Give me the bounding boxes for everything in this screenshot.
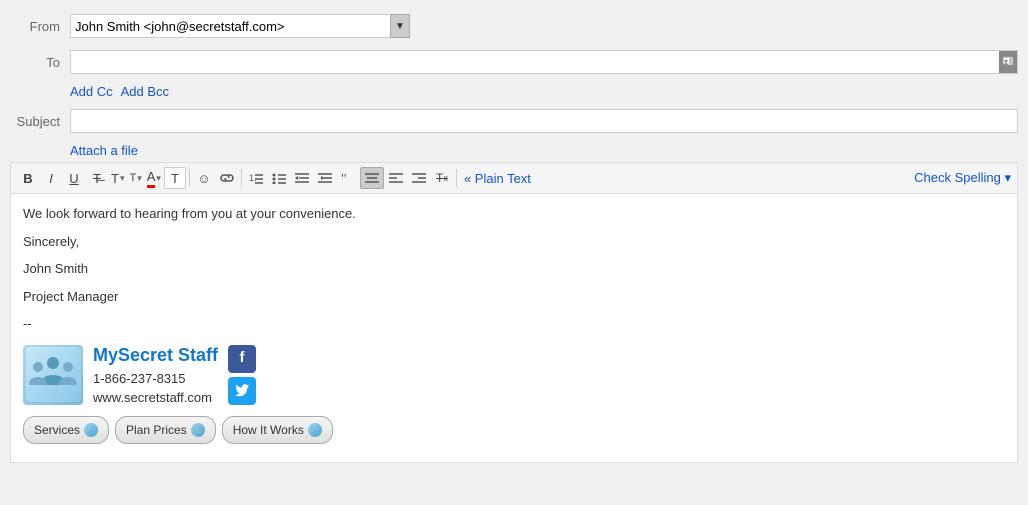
- toolbar-sep-3: [456, 169, 457, 187]
- underline-button[interactable]: U: [63, 167, 85, 189]
- from-select[interactable]: John Smith <john@secretstaff.com>: [70, 14, 410, 38]
- toolbar-sep-2: [241, 169, 242, 187]
- emoji-button[interactable]: ☺: [193, 167, 215, 189]
- sig-buttons: Services Plan Prices How It Works: [23, 416, 1005, 444]
- from-label: From: [10, 19, 70, 34]
- indent-button[interactable]: [314, 167, 336, 189]
- twitter-icon: [228, 377, 256, 405]
- toolbar-sep-1: [189, 169, 190, 187]
- facebook-icon: f: [228, 345, 256, 373]
- to-contacts-icon[interactable]: [999, 51, 1017, 73]
- subject-input[interactable]: [70, 109, 1018, 133]
- sig-logo-row: MySecret Staff 1-866-237-8315 www.secret…: [23, 342, 1005, 408]
- sincerely-text: Sincerely,: [23, 232, 1005, 252]
- font-size-button[interactable]: T ▾: [127, 167, 143, 189]
- sender-title: Project Manager: [23, 287, 1005, 307]
- services-button[interactable]: Services: [23, 416, 109, 444]
- text-bg-button[interactable]: T: [164, 167, 186, 189]
- align-center-button[interactable]: [360, 167, 384, 189]
- signature-block: MySecret Staff 1-866-237-8315 www.secret…: [23, 342, 1005, 444]
- plain-text-link[interactable]: « Plain Text: [464, 171, 531, 186]
- how-it-works-icon: [308, 423, 322, 437]
- to-row: To: [10, 46, 1018, 78]
- unordered-list-button[interactable]: [268, 167, 290, 189]
- ordered-list-button[interactable]: 1.: [245, 167, 267, 189]
- bold-button[interactable]: B: [17, 167, 39, 189]
- compose-window: From John Smith <john@secretstaff.com> ▼…: [0, 0, 1028, 505]
- outdent-button[interactable]: [291, 167, 313, 189]
- subject-label: Subject: [10, 114, 70, 129]
- font-family-button[interactable]: T ▾: [109, 167, 126, 189]
- sig-phone: 1-866-237-8315: [93, 369, 218, 389]
- from-dropdown-arrow[interactable]: ▼: [390, 14, 410, 38]
- align-right-button[interactable]: [408, 167, 430, 189]
- sig-website: www.secretstaff.com: [93, 388, 218, 408]
- plan-prices-button[interactable]: Plan Prices: [115, 416, 216, 444]
- align-left-button[interactable]: [385, 167, 407, 189]
- sender-name: John Smith: [23, 259, 1005, 279]
- how-it-works-button[interactable]: How It Works: [222, 416, 333, 444]
- attach-row: Attach a file: [10, 141, 1018, 162]
- editor-content: We look forward to hearing from you at y…: [23, 204, 1005, 444]
- contacts-svg: [1002, 56, 1014, 68]
- sig-avatar: [23, 345, 83, 405]
- to-input[interactable]: [71, 51, 999, 73]
- body-text: We look forward to hearing from you at y…: [23, 204, 1005, 224]
- cc-bcc-row: Add Cc Add Bcc: [10, 82, 1018, 101]
- sig-separator: --: [23, 314, 1005, 334]
- blockquote-button[interactable]: ": [337, 167, 359, 189]
- clear-format-button[interactable]: Tx: [431, 167, 453, 189]
- from-select-wrapper: John Smith <john@secretstaff.com> ▼: [70, 14, 410, 38]
- company-name: MySecret Staff: [93, 342, 218, 369]
- from-row: From John Smith <john@secretstaff.com> ▼: [10, 10, 1018, 42]
- to-label: To: [10, 55, 70, 70]
- toolbar: B I U T̶ T ▾ T ▾ A ▾ T ☺ 1.: [10, 162, 1018, 193]
- link-button[interactable]: [216, 167, 238, 189]
- to-input-wrapper: [70, 50, 1018, 74]
- strikethrough-button[interactable]: T̶: [86, 167, 108, 189]
- services-icon: [84, 423, 98, 437]
- subject-row: Subject: [10, 105, 1018, 137]
- attach-file-link[interactable]: Attach a file: [70, 143, 138, 158]
- svg-text:": ": [341, 172, 347, 184]
- add-cc-button[interactable]: Add Cc: [70, 84, 113, 99]
- add-bcc-button[interactable]: Add Bcc: [121, 84, 169, 99]
- plan-prices-icon: [191, 423, 205, 437]
- editor-area[interactable]: We look forward to hearing from you at y…: [10, 193, 1018, 463]
- sig-social: f: [228, 345, 256, 405]
- font-color-button[interactable]: A ▾: [145, 167, 163, 189]
- check-spelling-link[interactable]: Check Spelling ▾: [914, 170, 1011, 186]
- sig-text-block: MySecret Staff 1-866-237-8315 www.secret…: [93, 342, 218, 408]
- italic-button[interactable]: I: [40, 167, 62, 189]
